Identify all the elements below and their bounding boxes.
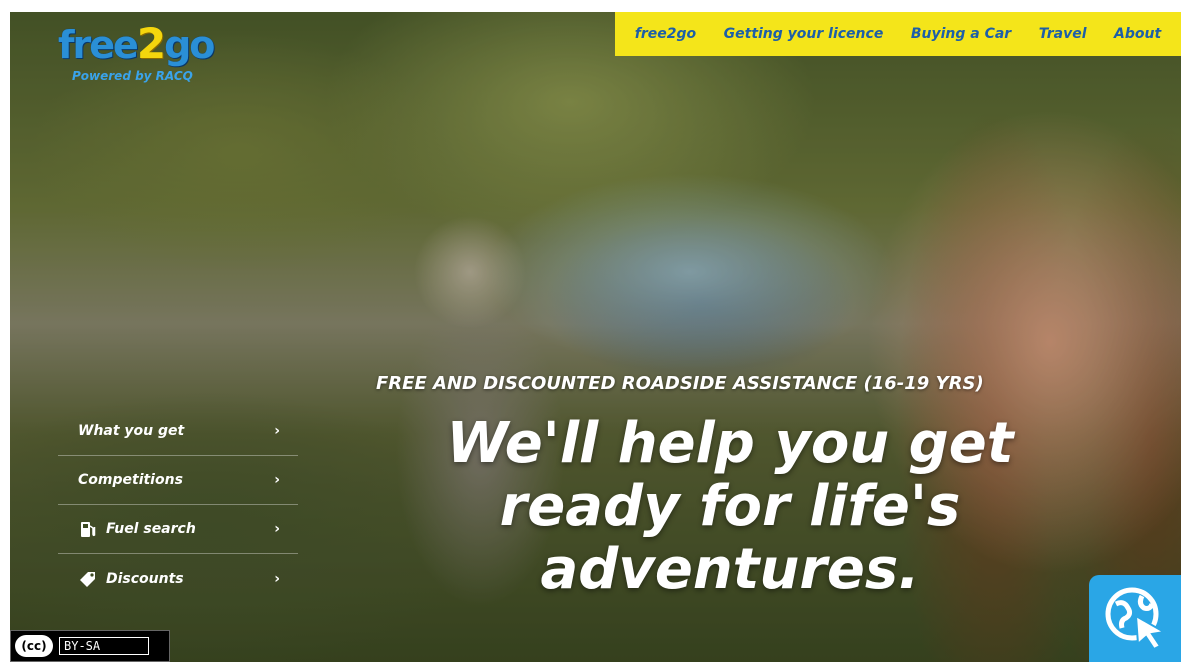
chevron-right-icon: ›	[274, 423, 280, 439]
side-item-label: Competitions	[78, 472, 183, 488]
logo-go: go	[164, 23, 215, 67]
logo-free: free	[58, 23, 139, 67]
hero-headline: We'll help you get ready for life's adve…	[400, 412, 1060, 601]
fuel-pump-icon	[78, 520, 98, 538]
nav-about[interactable]: About	[1114, 26, 1161, 42]
headline-line: We'll help you get	[446, 411, 1014, 476]
side-item-label: What you get	[78, 423, 185, 439]
nav-free2go[interactable]: free2go	[635, 26, 696, 42]
side-item-label: Fuel search	[106, 521, 196, 537]
tag-icon	[78, 570, 98, 588]
side-item-content: Fuel search	[78, 520, 196, 538]
hero-tagline: FREE AND DISCOUNTED ROADSIDE ASSISTANCE …	[376, 373, 984, 394]
logo-wordmark: free2go	[58, 19, 215, 68]
side-item-fuel-search[interactable]: Fuel search ›	[58, 505, 298, 554]
cc-license-text: BY-SA	[59, 637, 149, 655]
nav-getting-your-licence[interactable]: Getting your licence	[724, 26, 884, 42]
accessibility-assist-button[interactable]	[1089, 575, 1181, 662]
side-item-content: What you get	[78, 423, 184, 439]
headline-line: adventures.	[540, 537, 920, 602]
globe-cursor-icon	[1102, 584, 1168, 654]
side-item-content: Competitions	[78, 472, 183, 488]
side-item-content: Discounts	[78, 570, 184, 588]
nav-buying-a-car[interactable]: Buying a Car	[911, 26, 1011, 42]
side-menu: What you get › Competitions › Fuel searc…	[58, 407, 298, 603]
logo-two: 2	[136, 19, 166, 68]
cc-logo-icon: (cc)	[15, 635, 53, 657]
side-item-competitions[interactable]: Competitions ›	[58, 456, 298, 505]
side-item-what-you-get[interactable]: What you get ›	[58, 407, 298, 456]
free2go-logo[interactable]: free2go Powered by RACQ	[58, 19, 215, 84]
powered-by-text: Powered by RACQ	[72, 69, 193, 83]
top-navigation: free2go Getting your licence Buying a Ca…	[615, 12, 1181, 56]
side-item-label: Discounts	[106, 570, 184, 587]
cc-license-badge[interactable]: (cc) BY-SA	[10, 630, 170, 662]
headline-line: ready for life's	[499, 474, 961, 539]
nav-travel[interactable]: Travel	[1039, 26, 1087, 42]
chevron-right-icon: ›	[274, 472, 280, 488]
chevron-right-icon: ›	[274, 521, 280, 537]
side-item-discounts[interactable]: Discounts ›	[58, 554, 298, 603]
chevron-right-icon: ›	[274, 570, 280, 587]
